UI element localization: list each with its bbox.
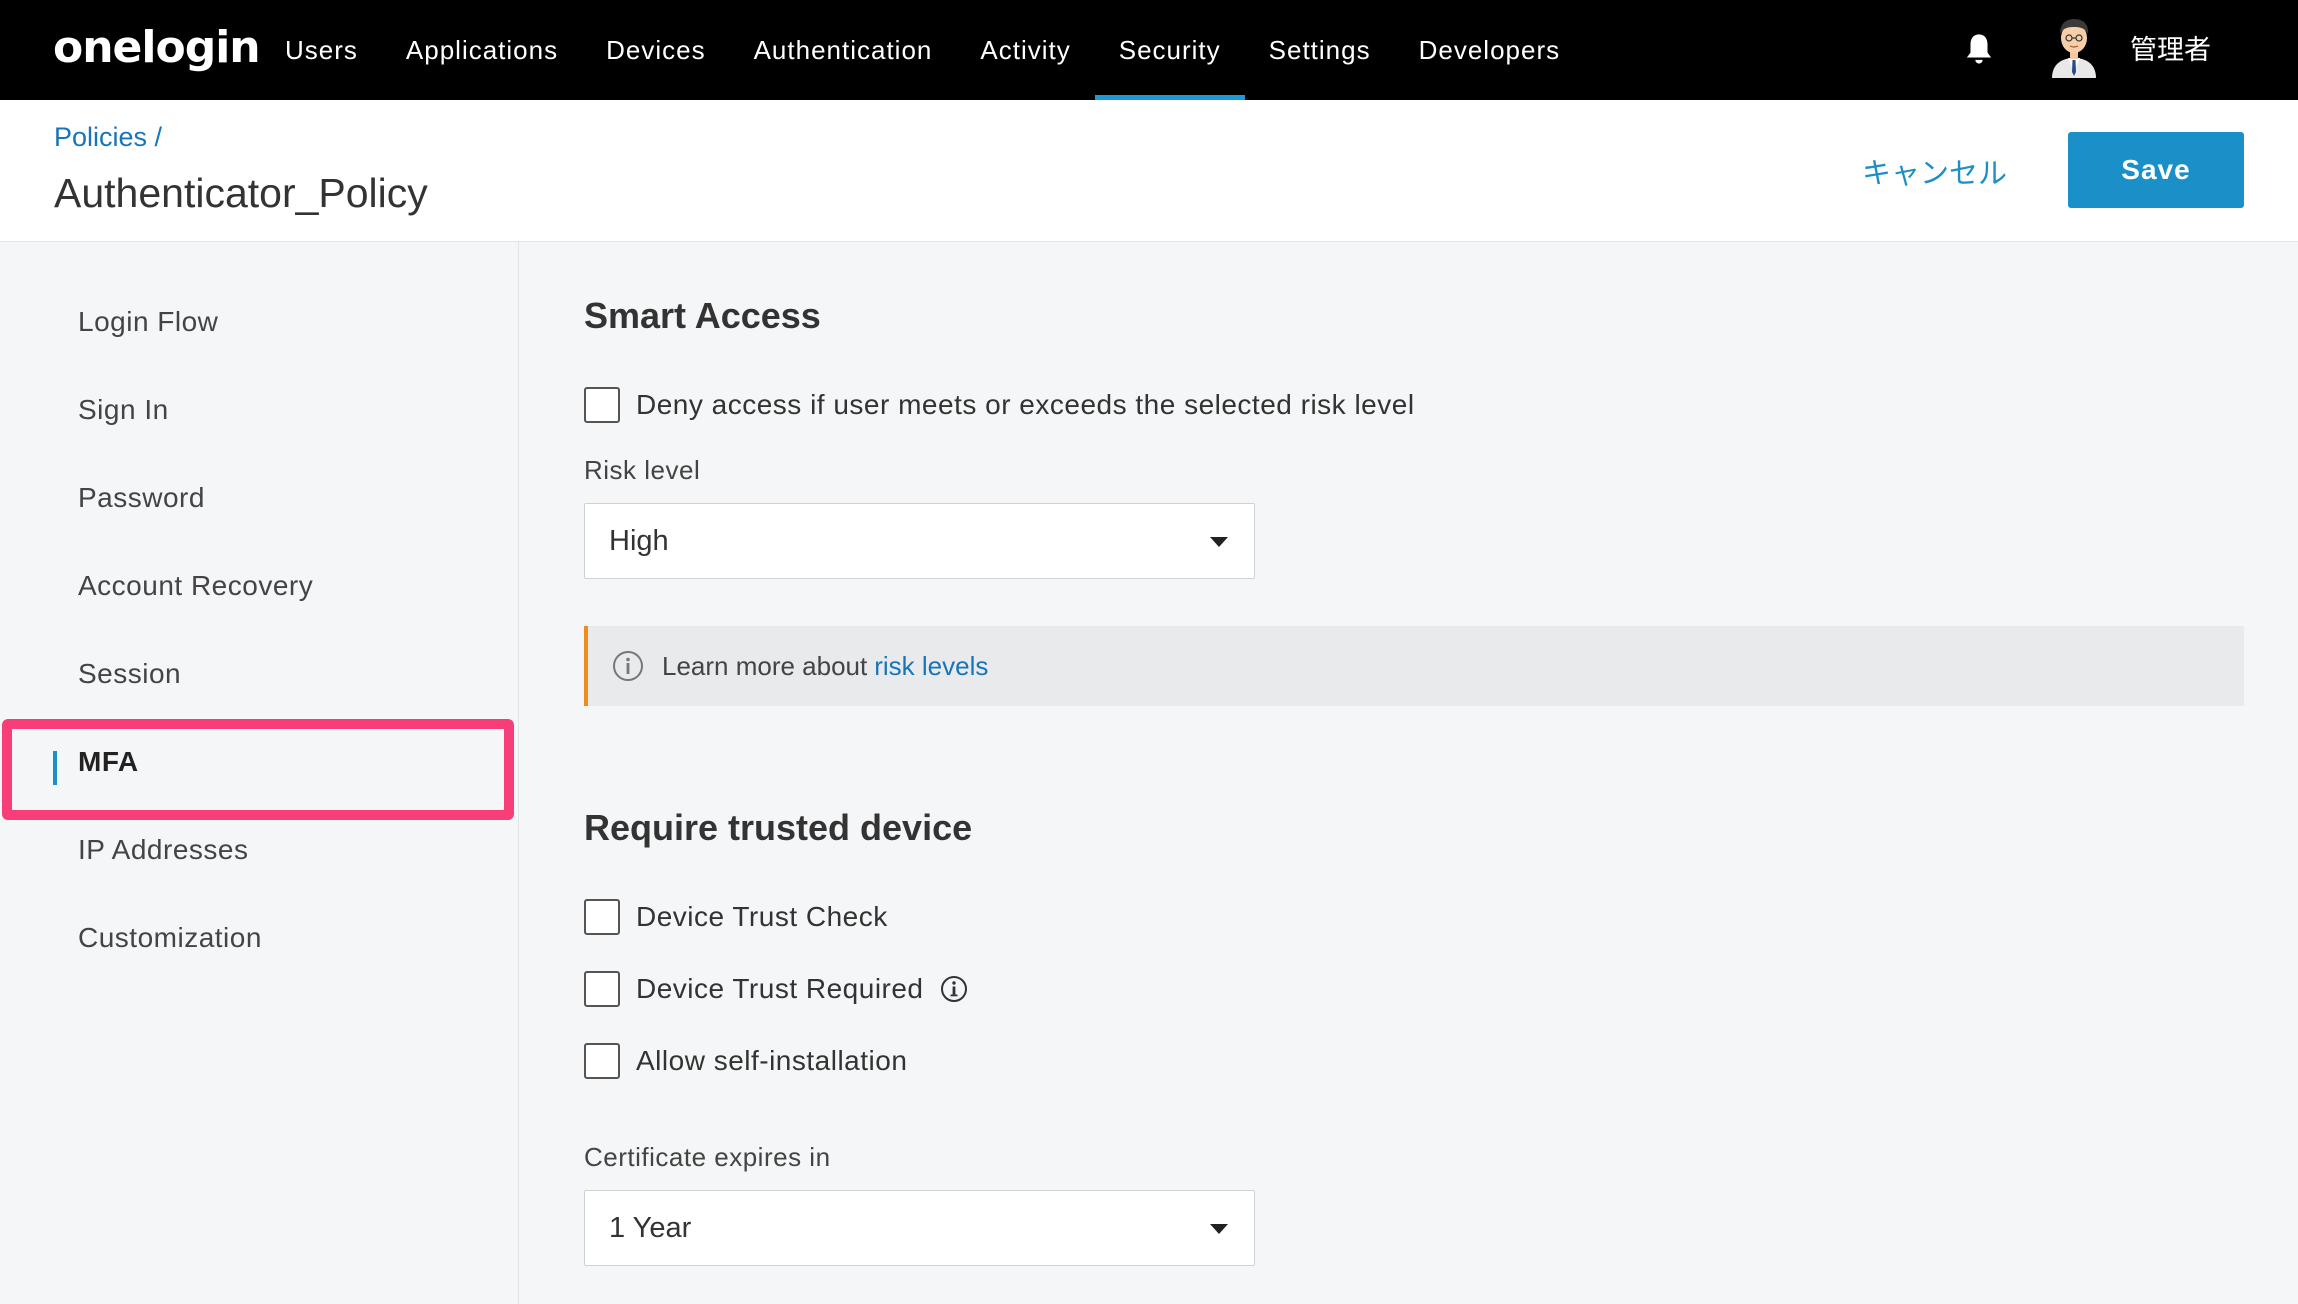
sidebar-active-indicator: [53, 751, 57, 785]
certificate-expires-select[interactable]: 1 Year: [584, 1190, 1255, 1266]
info-icon[interactable]: [940, 975, 968, 1003]
nav-item-applications[interactable]: Applications: [382, 0, 582, 100]
cancel-button[interactable]: キャンセル: [1862, 150, 2007, 192]
nav-item-users[interactable]: Users: [261, 0, 382, 100]
self-installation-checkbox[interactable]: [584, 1043, 620, 1079]
smart-access-title: Smart Access: [584, 295, 821, 336]
device-trust-required-label: Device Trust Required: [636, 973, 924, 1004]
deny-access-checkbox[interactable]: [584, 387, 620, 423]
certificate-expires-value: 1 Year: [609, 1211, 692, 1244]
sidebar-item-session[interactable]: Session: [78, 658, 181, 690]
breadcrumb[interactable]: Policies /: [54, 122, 162, 153]
info-icon: [613, 651, 643, 681]
nav-item-settings[interactable]: Settings: [1245, 0, 1395, 100]
trusted-device-title: Require trusted device: [584, 807, 973, 848]
chevron-down-icon: [1210, 537, 1228, 547]
save-button[interactable]: Save: [2068, 132, 2244, 208]
sidebar-item-mfa[interactable]: MFA: [78, 746, 139, 778]
device-trust-check-label: Device Trust Check: [636, 901, 888, 932]
page-title: Authenticator_Policy: [54, 170, 428, 216]
sidebar-item-password[interactable]: Password: [78, 482, 205, 514]
certificate-expires-label: Certificate expires in: [584, 1142, 831, 1172]
sidebar-item-account-recovery[interactable]: Account Recovery: [78, 570, 313, 602]
nav-item-activity[interactable]: Activity: [956, 0, 1094, 100]
onelogin-logo[interactable]: onelogin: [53, 22, 261, 73]
top-navigation: onelogin Users Applications Devices Auth…: [0, 0, 2298, 100]
risk-levels-link[interactable]: risk levels: [874, 651, 988, 682]
nav-item-devices[interactable]: Devices: [582, 0, 729, 100]
device-trust-check-row[interactable]: Device Trust Check: [584, 899, 888, 935]
nav-items: Users Applications Devices Authenticatio…: [261, 0, 1584, 100]
sidebar: Login Flow Sign In Password Account Reco…: [0, 242, 519, 1304]
deny-access-label: Deny access if user meets or exceeds the…: [636, 389, 1415, 420]
device-trust-required-checkbox[interactable]: [584, 971, 620, 1007]
info-text: Learn more about: [662, 650, 868, 681]
sidebar-item-customization[interactable]: Customization: [78, 922, 262, 954]
sidebar-item-ip-addresses[interactable]: IP Addresses: [78, 834, 248, 866]
nav-item-security[interactable]: Security: [1094, 0, 1245, 100]
risk-level-label: Risk level: [584, 455, 701, 485]
chevron-down-icon: [1210, 1224, 1228, 1234]
sidebar-item-sign-in[interactable]: Sign In: [78, 394, 169, 426]
nav-item-authentication[interactable]: Authentication: [730, 0, 957, 100]
nav-item-developers[interactable]: Developers: [1395, 0, 1585, 100]
user-name[interactable]: 管理者: [2130, 28, 2211, 67]
risk-level-value: High: [609, 524, 669, 557]
self-installation-row[interactable]: Allow self-installation: [584, 1043, 907, 1079]
avatar[interactable]: [2048, 16, 2100, 78]
device-trust-required-row[interactable]: Device Trust Required: [584, 971, 968, 1007]
sidebar-item-login-flow[interactable]: Login Flow: [78, 306, 218, 338]
device-trust-check-checkbox[interactable]: [584, 899, 620, 935]
bell-icon[interactable]: [1964, 32, 1994, 66]
risk-level-select[interactable]: High: [584, 503, 1255, 579]
risk-info-box: Learn more about risk levels: [584, 626, 2244, 706]
self-installation-label: Allow self-installation: [636, 1045, 908, 1076]
page-header: Policies / Authenticator_Policy キャンセル Sa…: [0, 100, 2298, 242]
deny-access-checkbox-row[interactable]: Deny access if user meets or exceeds the…: [584, 387, 1415, 423]
